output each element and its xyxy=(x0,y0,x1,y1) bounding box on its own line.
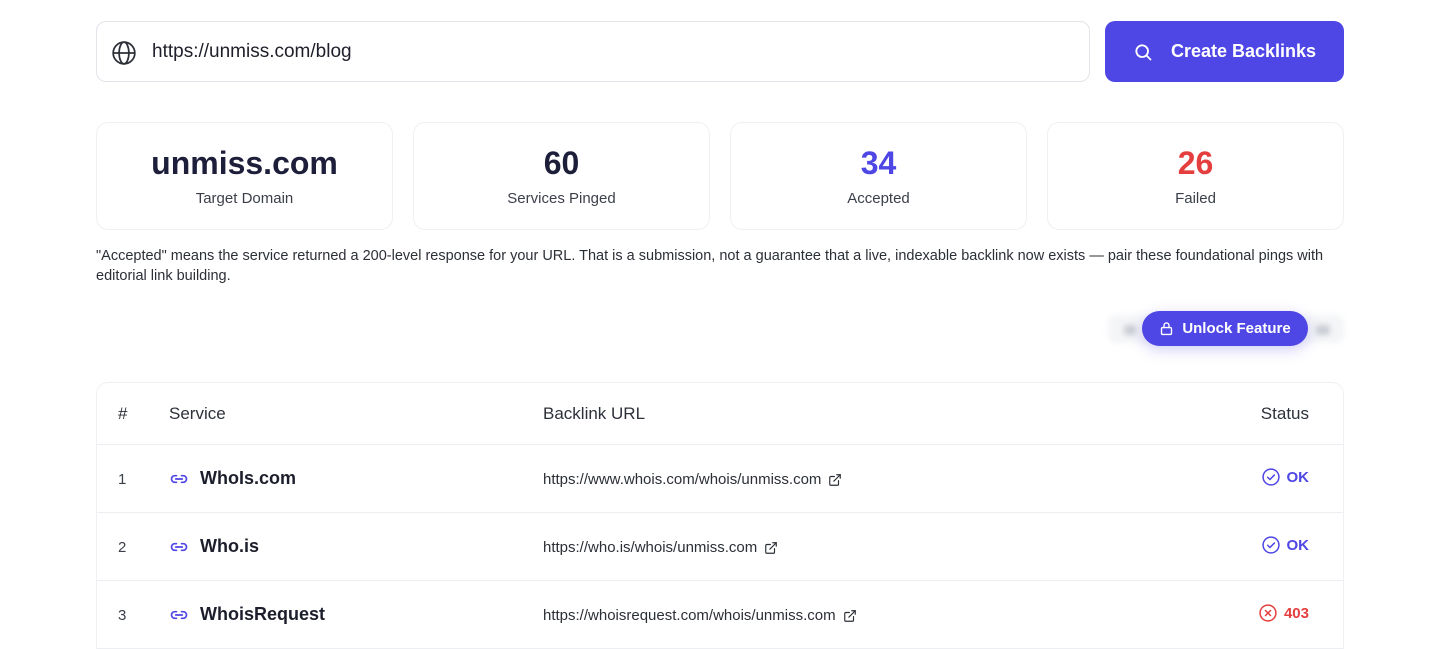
stat-label: Failed xyxy=(1175,190,1216,207)
external-link-icon xyxy=(843,609,856,622)
stat-card-services-pinged: 60 Services Pinged xyxy=(413,122,710,230)
status-badge: 403 xyxy=(1258,603,1309,623)
link-icon xyxy=(170,474,188,483)
stat-value: 60 xyxy=(543,145,580,181)
status-text: 403 xyxy=(1283,604,1309,622)
globe-icon xyxy=(112,41,136,65)
row-number: 1 xyxy=(118,471,127,488)
lock-icon xyxy=(1161,322,1173,336)
external-link-icon xyxy=(765,541,778,554)
service-name: WhoisRequest xyxy=(200,604,326,624)
stat-value: 34 xyxy=(860,145,897,181)
stat-card-target-domain: unmiss.com Target Domain xyxy=(96,122,393,230)
create-backlinks-button[interactable]: Create Backlinks xyxy=(1105,21,1344,82)
stat-value: unmiss.com xyxy=(151,145,338,181)
stat-card-accepted: 34 Accepted xyxy=(730,122,1027,230)
backlink-url-text: https://whoisrequest.com/whois/unmiss.co… xyxy=(543,607,836,624)
accepted-disclaimer: "Accepted" means the service returned a … xyxy=(96,248,1324,284)
column-header-service: Service xyxy=(169,404,226,423)
backlink-url-text: https://www.whois.com/whois/unmiss.com xyxy=(543,471,822,488)
create-backlinks-label: Create Backlinks xyxy=(1170,41,1317,61)
column-header-number: # xyxy=(118,404,128,423)
service-cell: WhoIs.com xyxy=(169,468,296,489)
column-header-status: Status xyxy=(1260,404,1309,423)
external-link-icon xyxy=(829,473,842,486)
service-name: Who.is xyxy=(200,536,259,556)
stat-label: Services Pinged xyxy=(507,190,616,207)
row-number: 2 xyxy=(118,539,127,556)
stat-label: Accepted xyxy=(847,190,910,207)
link-icon xyxy=(170,542,188,551)
stats-row: unmiss.com Target Domain 60 Services Pin… xyxy=(96,122,1344,230)
url-search-row: Create Backlinks xyxy=(96,21,1344,82)
status-text: OK xyxy=(1286,536,1310,554)
service-cell: Who.is xyxy=(169,536,259,557)
link-icon xyxy=(170,610,188,619)
check-circle-icon xyxy=(1261,536,1280,554)
url-input[interactable] xyxy=(152,38,1072,66)
service-cell: WhoisRequest xyxy=(169,604,325,625)
table-row: 2 Who.is https://who.is/whois/unmiss.com… xyxy=(97,513,1343,581)
status-badge: OK xyxy=(1261,467,1310,487)
stat-card-failed: 26 Failed xyxy=(1047,122,1344,230)
stat-label: Target Domain xyxy=(195,190,294,207)
search-icon xyxy=(1135,43,1152,60)
backlink-url-link[interactable]: https://who.is/whois/unmiss.com xyxy=(543,539,778,556)
column-header-backlink-url: Backlink URL xyxy=(543,404,646,423)
backlink-url-link[interactable]: https://www.whois.com/whois/unmiss.com xyxy=(543,471,842,488)
url-input-box[interactable] xyxy=(96,21,1090,82)
x-circle-icon xyxy=(1259,604,1277,622)
backlink-url-text: https://who.is/whois/unmiss.com xyxy=(543,539,758,556)
table-row: 3 WhoisRequest https://whoisrequest.com/… xyxy=(97,581,1343,649)
status-text: OK xyxy=(1286,468,1310,486)
table-row: 1 WhoIs.com https://www.whois.com/whois/… xyxy=(97,445,1343,513)
table-header: # Service Backlink URL Status xyxy=(97,383,1343,445)
unlock-feature-button[interactable]: Unlock Feature xyxy=(1142,311,1308,346)
unlock-feature-label: Unlock Feature xyxy=(1182,320,1291,337)
check-circle-icon xyxy=(1261,468,1280,486)
row-number: 3 xyxy=(118,607,127,624)
backlinks-table: # Service Backlink URL Status 1 WhoIs.co… xyxy=(96,382,1344,649)
service-name: WhoIs.com xyxy=(200,468,297,488)
status-badge: OK xyxy=(1261,535,1310,555)
backlink-url-link[interactable]: https://whoisrequest.com/whois/unmiss.co… xyxy=(543,607,857,624)
locked-feature: Unlock Feature xyxy=(1108,311,1344,347)
stat-value: 26 xyxy=(1177,145,1214,181)
